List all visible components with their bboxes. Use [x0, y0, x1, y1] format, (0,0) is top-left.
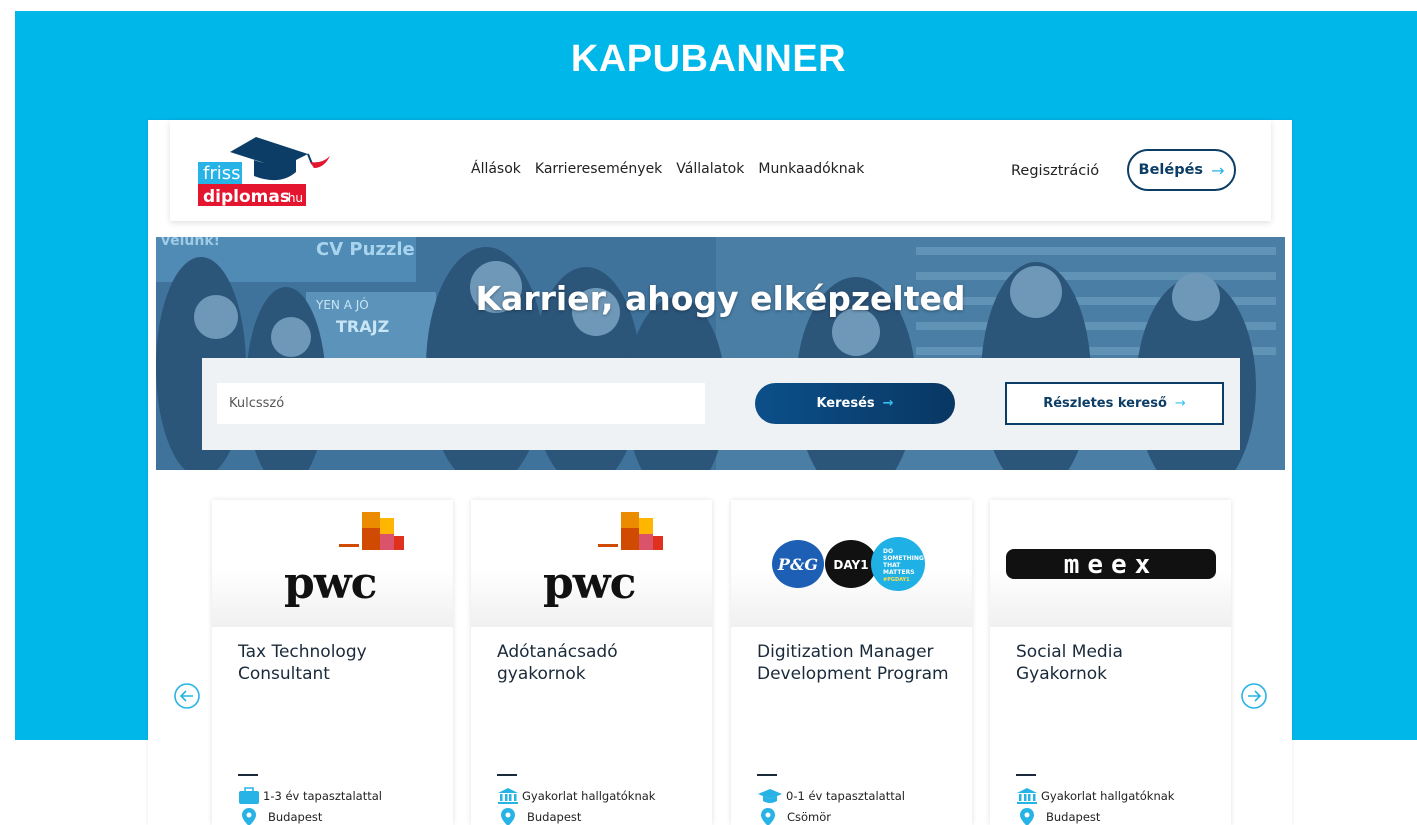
- institution-icon: [498, 788, 518, 804]
- job-card[interactable]: meex Social Media Gyakornok Gyakorlat ha…: [990, 500, 1231, 825]
- location-meta: Budapest: [1020, 808, 1100, 825]
- advanced-search-label: Részletes kereső: [1043, 396, 1167, 411]
- experience-meta: 0-1 év tapasztalattal: [757, 787, 905, 805]
- arrow-right-icon: →: [1174, 396, 1186, 411]
- search-button-label: Keresés: [816, 396, 875, 411]
- experience-meta: 1-3 év tapasztalattal: [238, 787, 382, 805]
- pg-tagline-3: THAT: [883, 562, 901, 569]
- login-button[interactable]: Belépés →: [1127, 149, 1236, 191]
- pg-day1-logo: P&G DAY1 DO SOMETHING THAT MATTERS #PGDA…: [772, 537, 925, 591]
- day1-logo-text: DAY1: [833, 558, 868, 572]
- job-title[interactable]: Social Media Gyakornok: [1016, 641, 1216, 685]
- location-meta: Budapest: [501, 808, 581, 825]
- location-pin-icon: [1020, 808, 1034, 825]
- job-title[interactable]: Digitization Manager Development Program: [757, 641, 957, 685]
- job-card[interactable]: pwc Adótanácsadó gyakornok Gyakorlat hal…: [471, 500, 712, 825]
- search-panel: Keresés → Részletes kereső →: [202, 358, 1240, 450]
- pg-tagline-4: MATTERS: [883, 569, 915, 576]
- pg-logo-text: P&G: [777, 555, 818, 574]
- register-link[interactable]: Regisztráció: [1011, 163, 1099, 179]
- nav-item-employers[interactable]: Munkaadóknak: [758, 161, 864, 177]
- job-card[interactable]: pwc Tax Technology Consultant 1-3 év tap…: [212, 500, 453, 825]
- main-nav: Állások Karrieresemények Vállalatok Munk…: [471, 161, 864, 177]
- pwc-wordmark: pwc: [284, 558, 377, 609]
- nav-item-jobs[interactable]: Állások: [471, 161, 521, 177]
- location-pin-icon: [501, 808, 515, 825]
- location-meta: Csömör: [761, 808, 831, 825]
- pg-tagline-1: DO: [883, 548, 893, 555]
- hero-title: Karrier, ahogy elképzelted: [475, 279, 966, 318]
- graduation-cap-icon: [758, 789, 782, 803]
- institution-icon: [1017, 788, 1037, 804]
- site-header: friss diplomas .hu Állások Karrieresemén…: [170, 120, 1271, 221]
- meex-logo: meex: [1006, 549, 1216, 580]
- experience-meta: Gyakorlat hallgatóknak: [497, 787, 655, 805]
- company-logo-area: pwc: [212, 500, 453, 627]
- location-text: Csömör: [787, 810, 832, 824]
- company-logo-area: meex: [990, 500, 1231, 627]
- carousel-prev-icon[interactable]: [173, 682, 201, 710]
- logo-text-diplomas: diplomas: [203, 187, 290, 207]
- nav-item-career-events[interactable]: Karrieresemények: [535, 161, 662, 177]
- job-title[interactable]: Adótanácsadó gyakornok: [497, 641, 697, 685]
- experience-text: Gyakorlat hallgatóknak: [522, 789, 656, 803]
- logo-text-friss: friss: [203, 163, 241, 184]
- hero-bg-text-velunk: velünk!: [161, 237, 220, 249]
- company-logo-area: pwc: [471, 500, 712, 627]
- arrow-right-icon: →: [882, 396, 894, 411]
- keyword-input[interactable]: [217, 383, 705, 424]
- arrow-right-icon: →: [1211, 160, 1225, 180]
- advanced-search-button[interactable]: Részletes kereső →: [1005, 382, 1224, 425]
- banner-title: KAPUBANNER: [570, 38, 847, 80]
- briefcase-icon: [239, 787, 259, 804]
- job-card[interactable]: P&G DAY1 DO SOMETHING THAT MATTERS #PGDA…: [731, 500, 972, 825]
- location-text: Budapest: [527, 810, 582, 824]
- nav-item-companies[interactable]: Vállalatok: [676, 161, 744, 177]
- experience-text: 1-3 év tapasztalattal: [263, 789, 382, 803]
- divider: [757, 774, 777, 776]
- pwc-wordmark: pwc: [543, 558, 636, 609]
- website-preview: friss diplomas .hu Állások Karrieresemén…: [148, 120, 1292, 825]
- divider: [497, 774, 517, 776]
- location-text: Budapest: [268, 810, 323, 824]
- hero-bg-text-trajz: TRAJZ: [336, 317, 389, 336]
- pg-tagline-2: SOMETHING: [883, 555, 924, 562]
- divider: [238, 774, 258, 776]
- location-pin-icon: [761, 808, 775, 825]
- pg-tagline-5: #PGDAY1: [883, 577, 910, 583]
- job-title[interactable]: Tax Technology Consultant: [238, 641, 438, 685]
- location-pin-icon: [242, 808, 256, 825]
- screenshot-canvas: KAPUBANNER friss diplomas .hu Állások Ka…: [0, 0, 1417, 825]
- experience-meta: Gyakorlat hallgatóknak: [1016, 787, 1174, 805]
- logo-text-tld: .hu: [284, 191, 303, 205]
- hero-section: CV Puzzle velünk! YEN A JÓ TRAJZ Karrier…: [156, 237, 1285, 470]
- location-meta: Budapest: [242, 808, 322, 825]
- divider: [1016, 774, 1036, 776]
- frissdiplomas-logo[interactable]: friss diplomas .hu: [196, 132, 332, 212]
- experience-text: Gyakorlat hallgatóknak: [1041, 789, 1175, 803]
- carousel-next-icon[interactable]: [1240, 682, 1268, 710]
- company-logo-area: P&G DAY1 DO SOMETHING THAT MATTERS #PGDA…: [731, 500, 972, 627]
- login-label: Belépés: [1138, 162, 1204, 178]
- location-text: Budapest: [1046, 810, 1101, 824]
- search-button[interactable]: Keresés →: [755, 383, 955, 424]
- experience-text: 0-1 év tapasztalattal: [786, 789, 905, 803]
- meex-logo-text: meex: [1064, 550, 1159, 580]
- hero-bg-text-cvpuzzle: CV Puzzle: [316, 239, 415, 260]
